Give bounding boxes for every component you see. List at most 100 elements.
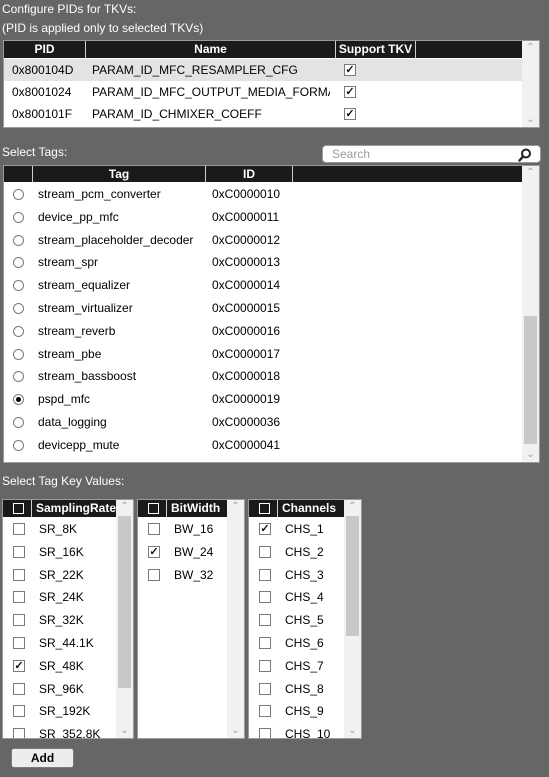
- column-header-id[interactable]: ID: [206, 166, 293, 182]
- tkv-checkbox[interactable]: [259, 705, 271, 718]
- tag-radio[interactable]: [13, 348, 24, 360]
- tkv-item[interactable]: SR_32K: [3, 609, 116, 632]
- tkv-item[interactable]: CHS_1: [249, 518, 344, 541]
- tag-radio[interactable]: [13, 439, 24, 451]
- tkv-item[interactable]: CHS_7: [249, 655, 344, 678]
- pid-row[interactable]: 0x800104D PARAM_ID_MFC_RESAMPLER_CFG: [4, 59, 522, 81]
- tag-row[interactable]: stream_spr 0xC0000013: [4, 251, 522, 274]
- tkv-item[interactable]: SR_352.8K: [3, 723, 116, 738]
- tag-radio[interactable]: [13, 371, 24, 383]
- tkv-item[interactable]: CHS_2: [249, 541, 344, 564]
- tkv-checkbox[interactable]: [259, 659, 271, 672]
- tag-row[interactable]: stream_virtualizer 0xC0000015: [4, 297, 522, 320]
- tkv-scrollbar[interactable]: ⌃ ⌄: [116, 500, 133, 738]
- tag-radio[interactable]: [13, 394, 24, 406]
- tkv-item[interactable]: CHS_10: [249, 723, 344, 738]
- chevron-up-icon[interactable]: ⌃: [116, 500, 133, 514]
- tkv-item[interactable]: CHS_3: [249, 564, 344, 587]
- tkv-checkbox[interactable]: [148, 568, 160, 581]
- tkv-item[interactable]: BW_32: [138, 564, 227, 587]
- chevron-down-icon[interactable]: ⌄: [522, 113, 539, 127]
- tag-row[interactable]: stream_pbe 0xC0000017: [4, 343, 522, 366]
- tkv-item[interactable]: CHS_4: [249, 586, 344, 609]
- select-all-checkbox[interactable]: [13, 503, 24, 514]
- pid-row[interactable]: 0x8001024 PARAM_ID_MFC_OUTPUT_MEDIA_FORMA: [4, 81, 522, 103]
- support-tkv-checkbox[interactable]: [344, 86, 356, 98]
- tkv-item[interactable]: BW_16: [138, 518, 227, 541]
- tkv-checkbox[interactable]: [259, 682, 271, 695]
- chevron-up-icon[interactable]: ⌃: [522, 166, 539, 180]
- add-button[interactable]: Add: [11, 748, 74, 768]
- pid-row[interactable]: 0x800101F PARAM_ID_CHMIXER_COEFF: [4, 103, 522, 125]
- tag-radio[interactable]: [13, 211, 24, 223]
- chevron-down-icon[interactable]: ⌄: [522, 448, 539, 462]
- chevron-up-icon[interactable]: ⌃: [522, 41, 539, 55]
- tag-radio[interactable]: [13, 280, 24, 292]
- tag-radio[interactable]: [13, 234, 24, 246]
- tkv-item[interactable]: SR_24K: [3, 586, 116, 609]
- select-all-checkbox[interactable]: [259, 503, 270, 514]
- tkv-checkbox[interactable]: [13, 591, 25, 604]
- tkv-checkbox[interactable]: [13, 637, 25, 649]
- tkv-checkbox[interactable]: [148, 545, 160, 558]
- tkv-item[interactable]: CHS_9: [249, 700, 344, 723]
- chevron-down-icon[interactable]: ⌄: [227, 724, 244, 738]
- tkv-checkbox[interactable]: [259, 728, 271, 738]
- tkv-item[interactable]: SR_48K: [3, 655, 116, 678]
- tkv-item[interactable]: SR_192K: [3, 700, 116, 723]
- tkv-scrollbar[interactable]: ⌃ ⌄: [344, 500, 361, 738]
- tag-radio[interactable]: [13, 303, 24, 314]
- tkv-item[interactable]: CHS_5: [249, 609, 344, 632]
- column-header-name[interactable]: Name: [86, 41, 336, 58]
- tkv-checkbox[interactable]: [13, 614, 25, 627]
- chevron-up-icon[interactable]: ⌃: [227, 500, 244, 514]
- tag-radio[interactable]: [13, 325, 24, 337]
- select-all-checkbox[interactable]: [148, 503, 159, 514]
- tkv-checkbox[interactable]: [259, 545, 271, 558]
- tag-row[interactable]: stream_placeholder_decoder 0xC0000012: [4, 229, 522, 252]
- column-header-pid[interactable]: PID: [4, 41, 86, 58]
- tkv-checkbox[interactable]: [13, 659, 25, 672]
- tkv-checkbox[interactable]: [259, 523, 271, 535]
- tkv-item[interactable]: BW_24: [138, 541, 227, 564]
- tkv-checkbox[interactable]: [259, 637, 271, 649]
- tag-row[interactable]: stream_reverb 0xC0000016: [4, 320, 522, 343]
- tag-row[interactable]: device_pp_mfc 0xC0000011: [4, 206, 522, 229]
- tkv-checkbox[interactable]: [259, 568, 271, 581]
- pid-table-scrollbar[interactable]: ⌃ ⌄: [522, 41, 539, 127]
- tkv-item[interactable]: SR_16K: [3, 541, 116, 564]
- tkv-scrollbar-thumb[interactable]: [118, 516, 131, 688]
- tkv-checkbox[interactable]: [13, 568, 25, 581]
- tkv-item[interactable]: SR_44.1K: [3, 632, 116, 655]
- tag-row[interactable]: stream_equalizer 0xC0000014: [4, 274, 522, 297]
- tkv-item[interactable]: CHS_8: [249, 678, 344, 701]
- tkv-scrollbar-thumb[interactable]: [346, 516, 359, 636]
- chevron-up-icon[interactable]: ⌃: [344, 500, 361, 514]
- column-header-support-tkv[interactable]: Support TKV: [336, 41, 416, 58]
- tkv-item[interactable]: CHS_6: [249, 632, 344, 655]
- tkv-checkbox[interactable]: [13, 705, 25, 718]
- tkv-item[interactable]: SR_22K: [3, 564, 116, 587]
- tkv-scrollbar[interactable]: ⌃ ⌄: [227, 500, 244, 738]
- tag-radio[interactable]: [13, 257, 24, 269]
- tkv-item[interactable]: SR_96K: [3, 678, 116, 701]
- column-header-tag[interactable]: Tag: [33, 166, 206, 182]
- tag-row[interactable]: stream_bassboost 0xC0000018: [4, 365, 522, 388]
- chevron-down-icon[interactable]: ⌄: [344, 724, 361, 738]
- search-icon[interactable]: [518, 148, 532, 162]
- tkv-checkbox[interactable]: [259, 614, 271, 627]
- tag-row[interactable]: pspd_mfc 0xC0000019: [4, 388, 522, 411]
- tag-search-input[interactable]: [323, 146, 503, 162]
- tkv-checkbox[interactable]: [13, 728, 25, 738]
- tag-row[interactable]: stream_pcm_converter 0xC0000010: [4, 183, 522, 206]
- tags-scrollbar-thumb[interactable]: [524, 316, 537, 444]
- tag-radio[interactable]: [13, 189, 24, 200]
- support-tkv-checkbox[interactable]: [344, 64, 356, 76]
- tags-scrollbar[interactable]: ⌃ ⌄: [522, 166, 539, 462]
- tag-radio[interactable]: [13, 417, 24, 428]
- support-tkv-checkbox[interactable]: [344, 108, 356, 120]
- chevron-down-icon[interactable]: ⌄: [116, 724, 133, 738]
- tkv-checkbox[interactable]: [13, 682, 25, 695]
- tag-row[interactable]: devicepp_mute 0xC0000041: [4, 434, 522, 457]
- tkv-checkbox[interactable]: [148, 523, 160, 535]
